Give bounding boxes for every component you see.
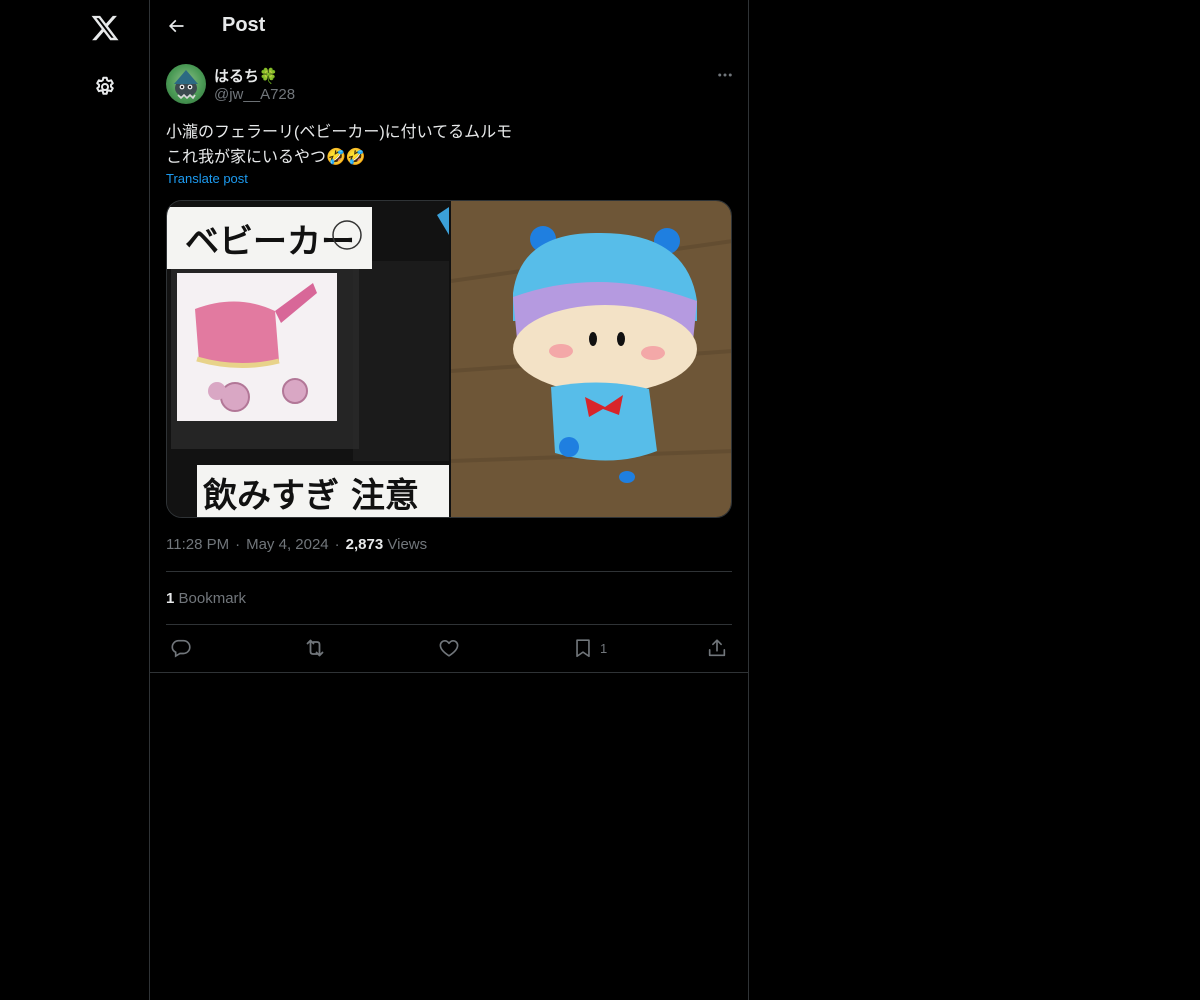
post-header: Post <box>150 0 748 53</box>
stroller-label-top: ベビーカー <box>185 222 355 262</box>
author-handle[interactable]: @jw__A728 <box>214 86 295 103</box>
post-meta: 11:28 PM · May 4, 2024 · 2,873 Views <box>166 536 428 553</box>
author-name[interactable]: はるち🍀 <box>214 65 278 86</box>
page-title: Post <box>222 14 266 36</box>
repost-icon <box>306 639 324 657</box>
arrow-left-icon <box>168 19 184 33</box>
divider <box>166 624 732 625</box>
media-image-stroller[interactable]: ベビーカー 飲みすぎ 注意 <box>167 201 449 517</box>
more-horizontal-icon <box>718 73 732 77</box>
views-label: Views <box>387 536 428 553</box>
app: Post はるち🍀 @jw__A728 小瀧のフェラーリ(ベビーカー)に付いてる… <box>0 0 1200 1000</box>
share-icon <box>708 639 726 657</box>
bookmark-stats[interactable]: 1 Bookmark <box>166 590 246 607</box>
bookmarks-label: Bookmark <box>178 590 247 607</box>
main-column: Post はるち🍀 @jw__A728 小瀧のフェラーリ(ベビーカー)に付いてる… <box>149 0 749 1000</box>
bookmark-button[interactable]: 1 <box>572 636 607 660</box>
post-text: 小瀧のフェラーリ(ベビーカー)に付いてるムルモ これ我が家にいるやつ🤣🤣 <box>166 120 732 170</box>
bookmark-icon <box>576 639 590 658</box>
post-time[interactable]: 11:28 PM <box>166 536 229 553</box>
repost-button[interactable] <box>303 636 327 660</box>
post-date[interactable]: May 4, 2024 <box>246 536 329 553</box>
left-rail <box>0 0 150 1000</box>
stroller-label-bottom: 飲みすぎ 注意 <box>203 476 419 516</box>
back-button[interactable] <box>158 8 194 44</box>
post-actions: 1 <box>166 636 732 660</box>
post-bottom-divider <box>150 672 748 673</box>
x-logo-icon[interactable] <box>81 4 129 52</box>
share-button[interactable] <box>706 636 728 660</box>
like-button[interactable] <box>438 636 460 660</box>
post-media: ベビーカー 飲みすぎ 注意 <box>166 200 732 518</box>
post-text-line: これ我が家にいるやつ🤣🤣 <box>166 149 366 166</box>
gear-icon[interactable] <box>81 63 129 111</box>
reply-button[interactable] <box>170 636 192 660</box>
bookmarks-count: 1 <box>166 590 175 607</box>
heart-icon <box>439 640 459 657</box>
avatar[interactable] <box>166 64 206 104</box>
media-image-figure[interactable] <box>450 201 731 517</box>
reply-icon <box>171 639 191 658</box>
divider <box>166 571 732 572</box>
more-button[interactable] <box>714 64 736 86</box>
views-count: 2,873 <box>345 536 384 553</box>
bookmark-action-count: 1 <box>600 640 608 656</box>
post-text-line: 小瀧のフェラーリ(ベビーカー)に付いてるムルモ <box>166 124 513 141</box>
translate-post-link[interactable]: Translate post <box>166 171 248 186</box>
